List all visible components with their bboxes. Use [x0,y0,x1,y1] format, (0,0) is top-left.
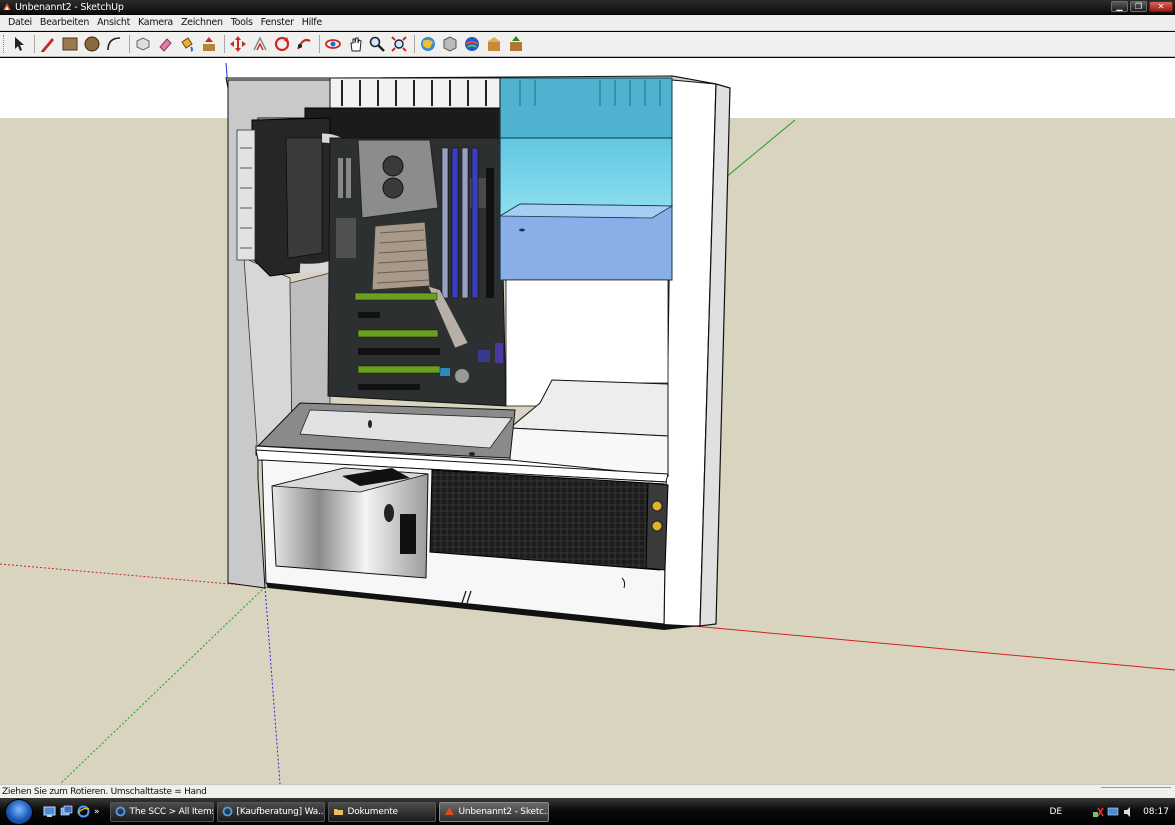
measurements-box[interactable] [1101,787,1171,788]
modeling-viewport[interactable] [0,58,1175,784]
drive-cage-top[interactable] [499,77,673,139]
chipset-heatsink [371,221,431,291]
toolbar-separator [129,35,130,53]
psu-port [384,504,394,522]
warehouse-component-icon[interactable] [484,34,504,54]
system-tray: DE 08:17 [1049,798,1175,825]
toolbar-separator [224,35,225,53]
start-button[interactable] [5,798,33,825]
taskbar-item-kaufberatung[interactable]: [Kaufberatung] Wa... [216,801,325,822]
taskbar: » The SCC > All Items ... [Kaufberatung]… [0,798,1175,825]
toolbar-separator [414,35,415,53]
push-pull-icon[interactable] [199,34,219,54]
volume-icon[interactable] [1122,806,1134,818]
sketchup-app-icon [3,3,11,10]
menu-hilfe[interactable]: Hilfe [298,17,326,28]
taskbar-item-label: The SCC > All Items ... [129,806,213,817]
cpu-fitting-2 [382,177,404,199]
scene-canvas[interactable] [0,58,1175,784]
monitor-icon[interactable] [1107,806,1119,818]
menu-ansicht[interactable]: Ansicht [93,17,134,28]
close-button[interactable]: ✕ [1149,1,1173,12]
internet-explorer-icon [222,806,232,817]
rectangle-icon[interactable] [60,34,80,54]
taskbar-item-label: [Kaufberatung] Wa... [236,806,325,817]
status-text: Ziehen Sie zum Rotieren. Umschalttaste =… [2,786,207,797]
zoom-icon[interactable] [367,34,387,54]
radiator-fitting-1 [651,500,663,512]
taskbar-item-label: Dokumente [347,806,399,817]
share-component-icon[interactable] [506,34,526,54]
quick-launch [43,805,90,818]
window-title: Unbenannt2 - SketchUp [15,1,124,13]
switch-windows-icon[interactable] [60,805,73,818]
folder-icon [333,809,343,815]
paint-bucket-icon[interactable] [177,34,197,54]
menu-bearbeiten[interactable]: Bearbeiten [36,17,93,28]
rotate-icon[interactable] [272,34,292,54]
move-icon[interactable] [228,34,248,54]
drive-cage-shelf [498,203,674,219]
menu-bar: Datei Bearbeiten Ansicht Kamera Zeichnen… [0,15,1175,31]
status-bar: Ziehen Sie zum Rotieren. Umschalttaste =… [0,784,1175,798]
get-models-icon[interactable] [418,34,438,54]
google-earth-icon[interactable] [462,34,482,54]
menu-fenster[interactable]: Fenster [257,17,298,28]
select-icon[interactable] [9,34,29,54]
top-rail [304,107,506,139]
language-indicator[interactable]: DE [1049,807,1062,817]
taskbar-item-label: Unbenannt2 - Sketc... [458,806,549,817]
window-controls: ▁ ❐ ✕ [1111,1,1173,12]
shelf-hole-2 [469,452,475,456]
bottom-radiator[interactable] [429,469,665,571]
make-component-icon[interactable] [133,34,153,54]
circle-icon[interactable] [82,34,102,54]
menu-tools[interactable]: Tools [227,17,257,28]
title-bar: Unbenannt2 - SketchUp ▁ ❐ ✕ [0,0,1175,14]
psu-socket [400,514,416,554]
quick-launch-overflow[interactable]: » [94,807,100,817]
menu-datei[interactable]: Datei [4,17,36,28]
eraser-icon[interactable] [155,34,175,54]
rear-fan-bracket [236,129,256,261]
offset-icon[interactable] [250,34,270,54]
cpu-fitting-1 [382,155,404,177]
radiator-fitting-2 [651,520,663,532]
share-model-icon[interactable] [440,34,460,54]
zoom-extents-icon[interactable] [389,34,409,54]
menu-zeichnen[interactable]: Zeichnen [177,17,227,28]
minimize-button[interactable]: ▁ [1111,1,1128,12]
taskbar-item-dokumente[interactable]: Dokumente [327,801,436,822]
network-icon[interactable] [1092,806,1104,818]
clock[interactable]: 08:17 [1143,807,1169,817]
follow-me-icon[interactable] [294,34,314,54]
internet-explorer-icon[interactable] [77,805,90,818]
taskbar-item-sketchup[interactable]: Unbenannt2 - Sketc... [438,801,549,822]
shelf-hole [368,420,372,428]
toolbar [0,32,1175,57]
pc-case-model[interactable] [225,75,731,630]
orbit-icon[interactable] [323,34,343,54]
toolbar-separator [319,35,320,53]
show-desktop-icon[interactable] [43,805,56,818]
rear-fan-grill [285,137,323,259]
menu-kamera[interactable]: Kamera [134,17,177,28]
taskbar-item-scc[interactable]: The SCC > All Items ... [109,801,214,822]
cage-hole [519,228,525,232]
sketchup-icon [444,807,454,815]
internet-explorer-icon [115,806,125,817]
maximize-button[interactable]: ❐ [1130,1,1147,12]
toolbar-grip[interactable] [3,35,6,53]
line-pencil-icon[interactable] [38,34,58,54]
toolbar-separator [34,35,35,53]
pan-icon[interactable] [345,34,365,54]
arc-icon[interactable] [104,34,124,54]
